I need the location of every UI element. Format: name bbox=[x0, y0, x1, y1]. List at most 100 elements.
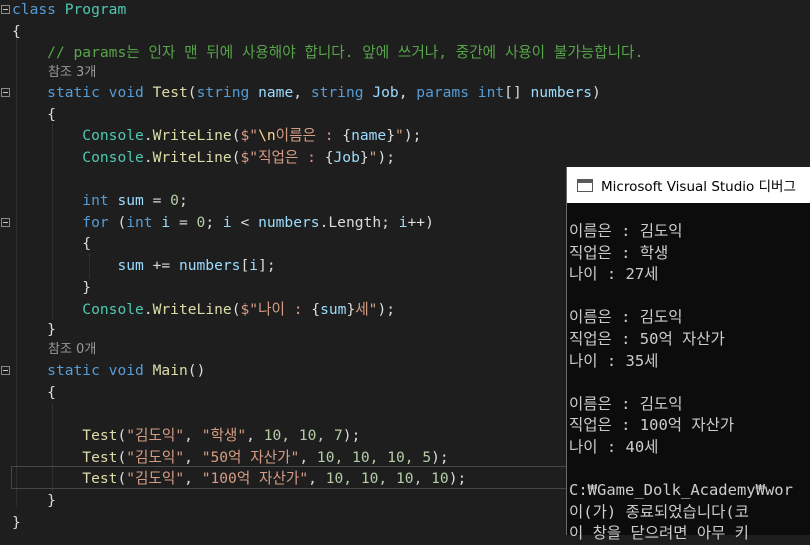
code-line-test-call: Test("김도익", "50억 자산가", 10, 10, 10, 5); bbox=[12, 448, 449, 468]
console-line: 나이 : 40세 bbox=[569, 437, 659, 456]
collapse-class-icon[interactable] bbox=[1, 5, 10, 14]
code-line-brace: } bbox=[12, 513, 21, 533]
punct: ); bbox=[403, 127, 422, 144]
keyword: static bbox=[47, 84, 100, 101]
console-line: 나이 : 27세 bbox=[569, 265, 659, 284]
console-window-icon bbox=[577, 178, 593, 192]
console-line: 이름은 : 김도익 bbox=[569, 308, 683, 327]
punct: ( bbox=[117, 427, 127, 444]
method-name: Test bbox=[82, 470, 118, 487]
string: "김도익" bbox=[126, 449, 185, 466]
codelens-references-test[interactable]: 참조 3개 bbox=[48, 63, 96, 83]
number-args: 10, 10, 10, 5 bbox=[316, 449, 432, 466]
class-name: Program bbox=[64, 1, 127, 18]
punct: } bbox=[359, 149, 369, 166]
brace: { bbox=[12, 23, 21, 40]
punct: ); bbox=[431, 449, 449, 466]
debug-console-window[interactable]: Microsoft Visual Studio 디버그 이름은 : 김도익직업은… bbox=[566, 167, 810, 542]
code-line-comment: // params는 인자 맨 뒤에 사용해야 합니다. 앞에 쓰거나, 중간에… bbox=[12, 43, 643, 63]
console-line: 이 창을 닫으려면 아무 키 bbox=[569, 524, 749, 543]
punct: } bbox=[386, 127, 396, 144]
keyword: int bbox=[126, 214, 153, 231]
method-name: Test bbox=[82, 427, 118, 444]
brace: } bbox=[47, 321, 56, 338]
punct: ) bbox=[592, 84, 601, 101]
keyword: void bbox=[108, 362, 144, 379]
identifier: numbers bbox=[258, 214, 320, 231]
brace: } bbox=[47, 492, 56, 509]
identifier: sum bbox=[117, 257, 144, 274]
number-args: 10, 10, 7 bbox=[263, 427, 343, 444]
keyword: int bbox=[82, 192, 109, 209]
punct: [ bbox=[240, 257, 250, 274]
console-titlebar[interactable]: Microsoft Visual Studio 디버그 bbox=[567, 167, 810, 203]
comment: // params는 인자 맨 뒤에 사용해야 합니다. 앞에 쓰거나, 중간에… bbox=[47, 44, 644, 61]
code-line-brace: { bbox=[12, 22, 21, 42]
string: "김도익" bbox=[126, 470, 185, 487]
brace: { bbox=[82, 235, 92, 252]
type-name: Console bbox=[82, 127, 144, 144]
keyword: for bbox=[82, 214, 109, 231]
console-title: Microsoft Visual Studio 디버그 bbox=[601, 179, 796, 195]
string: "학생" bbox=[201, 427, 247, 444]
string: 세" bbox=[355, 301, 378, 318]
operator: = bbox=[143, 192, 171, 209]
punct: , bbox=[246, 427, 264, 444]
console-line: 이름은 : 김도익 bbox=[569, 222, 683, 240]
punct: ); bbox=[377, 149, 396, 166]
identifier: name bbox=[351, 127, 387, 144]
collapse-test-method-icon[interactable] bbox=[1, 88, 10, 97]
operator: += bbox=[143, 257, 179, 274]
param: numbers bbox=[530, 84, 593, 101]
string: "김도익" bbox=[126, 427, 185, 444]
console-line: 직업은 : 100억 자산가 bbox=[569, 416, 735, 435]
code-line-brace: { bbox=[12, 383, 56, 403]
console-line: 이(가) 종료되었습니다(코 bbox=[569, 502, 749, 521]
code-line-main-signature: static void Main() bbox=[12, 361, 205, 381]
punct: ( bbox=[117, 470, 127, 487]
punct: , bbox=[293, 84, 311, 101]
collapse-for-loop-icon[interactable] bbox=[1, 218, 10, 227]
string: $" bbox=[240, 127, 259, 144]
code-line-sum-decl: int sum = 0; bbox=[12, 191, 187, 211]
keyword: int bbox=[477, 84, 505, 101]
string: $" bbox=[240, 149, 259, 166]
punct: . bbox=[143, 301, 153, 318]
identifier: sum bbox=[320, 301, 347, 318]
identifier: i bbox=[249, 257, 259, 274]
type-name: Console bbox=[82, 149, 144, 166]
type-name: Console bbox=[82, 301, 144, 318]
punct: ( bbox=[117, 449, 127, 466]
number: 0 bbox=[170, 192, 179, 209]
property: Length bbox=[328, 214, 382, 231]
code-line-writeline-age: Console.WriteLine($"나이 : {sum}세"); bbox=[12, 300, 395, 320]
console-line: 직업은 : 학생 bbox=[569, 243, 669, 262]
method-name: WriteLine bbox=[152, 301, 232, 318]
codelens-references-main[interactable]: 참조 0개 bbox=[48, 340, 96, 360]
collapse-main-method-icon[interactable] bbox=[1, 366, 10, 375]
console-output: 이름은 : 김도익 직업은 : 학생 나이 : 27세 이름은 : 김도익 직업은 :… bbox=[569, 221, 793, 545]
operator: = bbox=[170, 214, 197, 231]
identifier: i bbox=[222, 214, 232, 231]
fold-gutter bbox=[0, 0, 12, 535]
method-name: Main bbox=[152, 362, 188, 379]
punct: ; bbox=[205, 214, 223, 231]
method-name: WriteLine bbox=[152, 127, 232, 144]
punct: . bbox=[143, 127, 153, 144]
method-name: WriteLine bbox=[152, 149, 232, 166]
code-line-test-signature: static void Test(string name, string Job… bbox=[12, 83, 601, 103]
punct: , bbox=[184, 470, 202, 487]
punct: ) bbox=[425, 214, 434, 231]
string: 나이 : bbox=[258, 301, 312, 318]
code-line-brace: } bbox=[12, 278, 91, 298]
brace: { bbox=[47, 106, 56, 123]
punct: { bbox=[342, 127, 352, 144]
code-line-brace: } bbox=[12, 320, 56, 340]
method-name: Test bbox=[152, 84, 188, 101]
operator: ++ bbox=[407, 214, 426, 231]
punct: ); bbox=[377, 301, 396, 318]
keyword: params bbox=[416, 84, 469, 101]
punct: ); bbox=[448, 470, 467, 487]
